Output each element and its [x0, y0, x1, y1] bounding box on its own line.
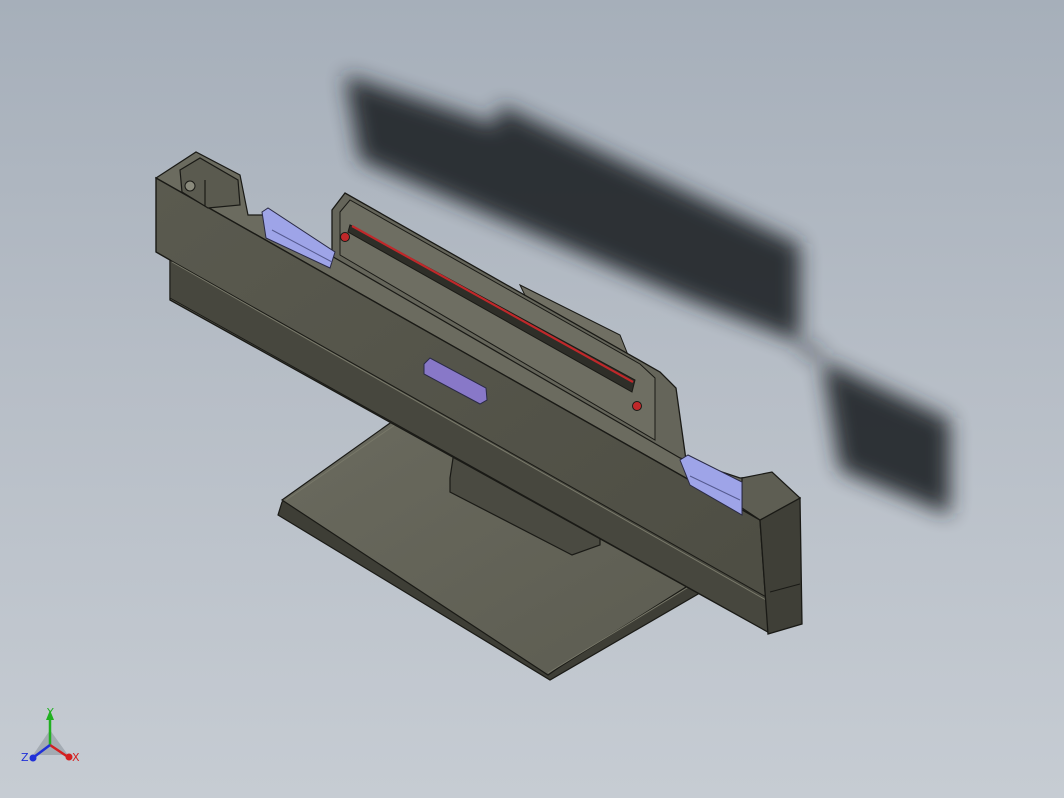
z-axis-arrow-icon — [29, 754, 37, 762]
y-axis-label: Y — [46, 706, 54, 719]
view-orientation-triad[interactable]: Y X Z — [21, 706, 80, 764]
z-axis-label: Z — [21, 751, 29, 764]
cad-3d-viewport[interactable]: Y X Z — [0, 0, 1064, 798]
x-axis-label: X — [72, 751, 80, 764]
